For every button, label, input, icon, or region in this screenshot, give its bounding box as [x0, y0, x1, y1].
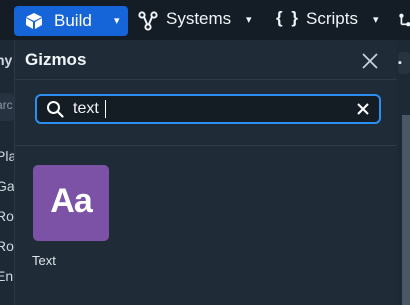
text-gizmo-icon: Aa	[50, 182, 92, 220]
systems-menu-button[interactable]: Systems	[166, 9, 231, 29]
chevron-down-icon[interactable]: ▾	[246, 13, 252, 26]
close-icon[interactable]	[359, 50, 381, 72]
scrollbar[interactable]	[402, 115, 410, 305]
chevron-down-icon: ▾	[114, 15, 120, 27]
search-input[interactable]	[73, 99, 343, 119]
panel-title: Gizmos	[25, 50, 87, 69]
divider	[15, 79, 397, 80]
gizmo-tile: Aa	[33, 165, 109, 241]
search-field[interactable]	[35, 94, 381, 124]
cube-icon	[26, 13, 42, 29]
gizmos-panel: Gizmos Aa Text	[14, 40, 397, 305]
top-toolbar: Build ▾ Systems ▾ { } Scripts ▾	[0, 0, 410, 40]
gizmo-label: Text	[32, 253, 56, 268]
chevron-down-icon[interactable]: ▾	[373, 13, 379, 26]
background-icon: ▪	[398, 57, 402, 69]
divider	[15, 145, 397, 146]
background-text: arc	[0, 98, 13, 112]
hierarchy-icon[interactable]	[398, 12, 410, 28]
gizmo-card-text[interactable]: Aa Text	[32, 165, 109, 268]
background-text: hy	[0, 52, 13, 68]
background-text: En	[0, 268, 14, 284]
search-icon	[47, 101, 64, 118]
braces-icon: { }	[276, 8, 300, 27]
build-menu-button[interactable]: Build ▾	[14, 6, 128, 36]
clear-icon[interactable]	[355, 101, 371, 117]
scripts-menu-button[interactable]: Scripts	[306, 9, 358, 29]
build-menu-label: Build	[54, 11, 92, 30]
network-icon	[138, 11, 158, 31]
background-right-panel: ▪	[396, 40, 410, 305]
text-caret	[105, 100, 106, 118]
